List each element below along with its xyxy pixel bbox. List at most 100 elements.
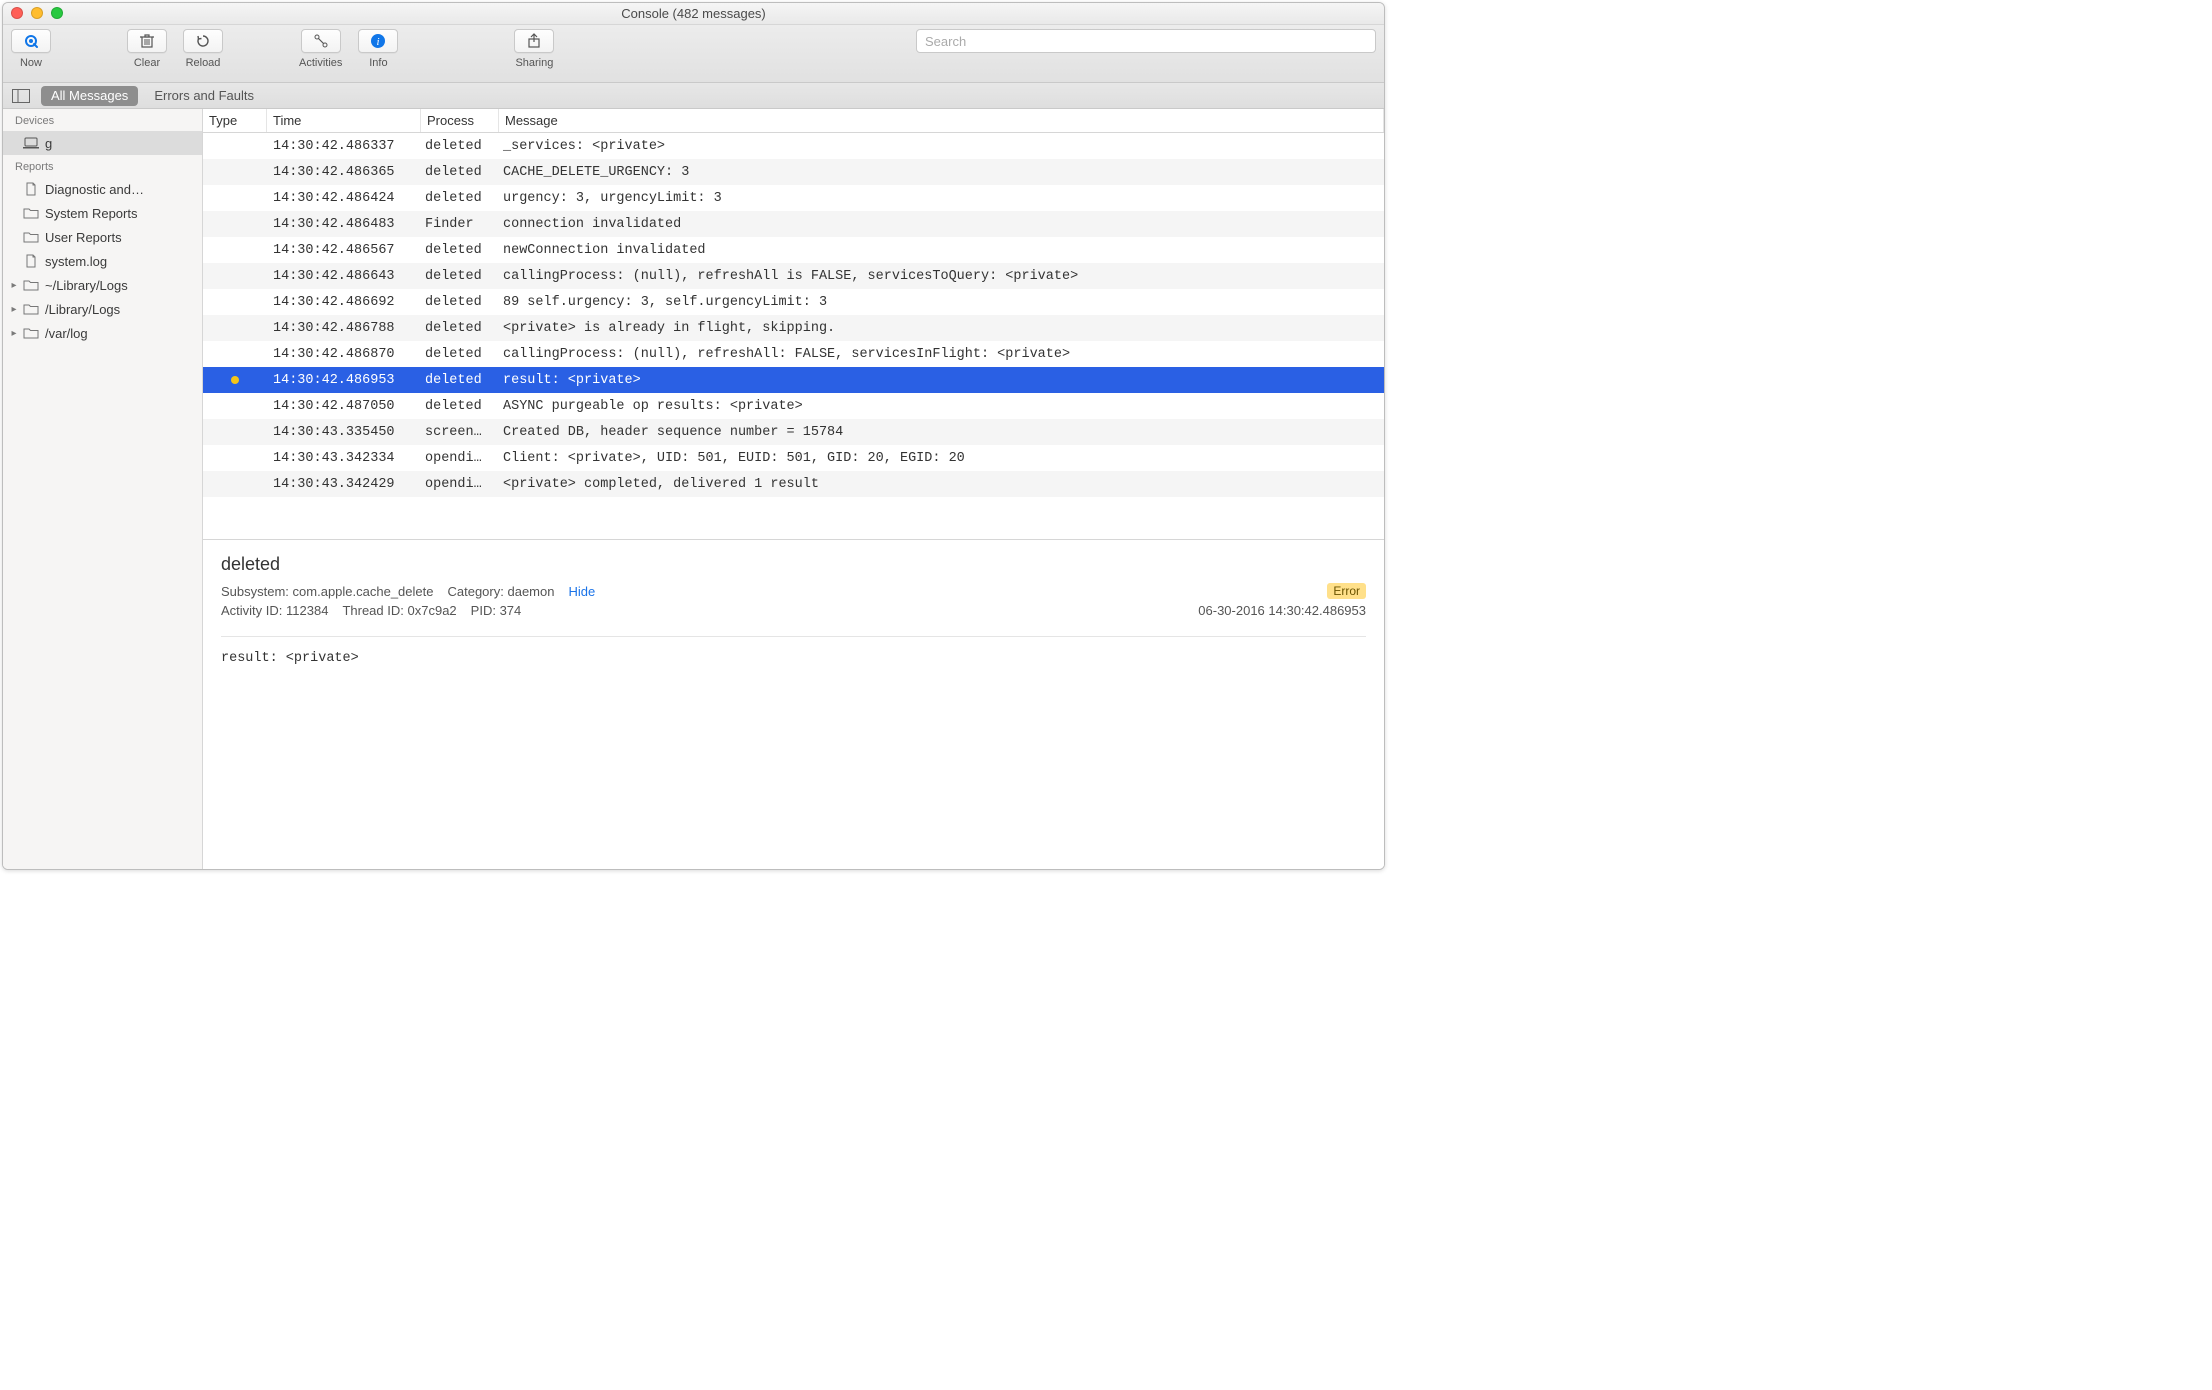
row-message: result: <private> — [499, 373, 1384, 388]
filter-errors-faults[interactable]: Errors and Faults — [144, 86, 264, 106]
row-process: deleted — [421, 295, 499, 310]
disclosure-triangle-icon[interactable]: ▸ — [9, 328, 19, 339]
row-time: 14:30:42.486483 — [267, 217, 421, 232]
table-row[interactable]: 14:30:42.487050deletedASYNC purgeable op… — [203, 393, 1384, 419]
row-message: urgency: 3, urgencyLimit: 3 — [499, 191, 1384, 206]
sidebar-item-label: system.log — [45, 254, 107, 269]
sharing-label: Sharing — [515, 57, 553, 69]
reload-label: Reload — [186, 57, 221, 69]
file-icon — [23, 182, 39, 196]
row-process: deleted — [421, 321, 499, 336]
body: Devices g Reports Diagnostic and…System … — [3, 109, 1384, 869]
file-icon — [23, 254, 39, 268]
row-process: deleted — [421, 191, 499, 206]
disclosure-triangle-icon[interactable]: ▸ — [9, 304, 19, 315]
now-button[interactable] — [11, 29, 51, 53]
row-message: <private> completed, delivered 1 result — [499, 477, 1384, 492]
detail-body: result: <private> — [221, 651, 1366, 666]
info-icon: i — [370, 33, 386, 49]
table-body[interactable]: 14:30:42.486337deleted_services: <privat… — [203, 133, 1384, 539]
table-row[interactable]: 14:30:42.486692deleted89 self.urgency: 3… — [203, 289, 1384, 315]
titlebar: Console (482 messages) — [3, 3, 1384, 25]
row-time: 14:30:42.486365 — [267, 165, 421, 180]
th-process[interactable]: Process — [421, 109, 499, 132]
sidebar-item-label: Diagnostic and… — [45, 182, 144, 197]
activities-button[interactable] — [301, 29, 341, 53]
sidebar-item-label: /var/log — [45, 326, 88, 341]
folder-icon — [23, 278, 39, 292]
row-time: 14:30:42.486424 — [267, 191, 421, 206]
sidebar: Devices g Reports Diagnostic and…System … — [3, 109, 203, 869]
detail-divider — [221, 636, 1366, 637]
sidebar-device-label: g — [45, 136, 52, 151]
row-time: 14:30:42.486870 — [267, 347, 421, 362]
row-process: deleted — [421, 373, 499, 388]
traffic-lights — [11, 7, 63, 19]
table-row[interactable]: 14:30:42.486337deleted_services: <privat… — [203, 133, 1384, 159]
row-message: ASYNC purgeable op results: <private> — [499, 399, 1384, 414]
table-row[interactable]: 14:30:42.486483Finderconnection invalida… — [203, 211, 1384, 237]
th-type[interactable]: Type — [203, 109, 267, 132]
table-row[interactable]: 14:30:42.486567deletednewConnection inva… — [203, 237, 1384, 263]
row-process: Finder — [421, 217, 499, 232]
row-message: callingProcess: (null), refreshAll: FALS… — [499, 347, 1384, 362]
table-row[interactable]: 14:30:42.486424deletedurgency: 3, urgenc… — [203, 185, 1384, 211]
sidebar-report-item[interactable]: ▸ ~/Library/Logs — [3, 273, 202, 297]
detail-hide-link[interactable]: Hide — [568, 584, 595, 599]
row-message: Created DB, header sequence number = 157… — [499, 425, 1384, 440]
reload-button[interactable] — [183, 29, 223, 53]
th-message[interactable]: Message — [499, 109, 1384, 132]
table-row[interactable]: 14:30:43.342334opendi…Client: <private>,… — [203, 445, 1384, 471]
sidebar-item-label: System Reports — [45, 206, 137, 221]
sidebar-report-item[interactable]: User Reports — [3, 225, 202, 249]
folder-icon — [23, 326, 39, 340]
table-row[interactable]: 14:30:43.335450screen…Created DB, header… — [203, 419, 1384, 445]
table-row[interactable]: 14:30:42.486953deletedresult: <private> — [203, 367, 1384, 393]
row-time: 14:30:43.335450 — [267, 425, 421, 440]
filter-bar: All Messages Errors and Faults — [3, 83, 1384, 109]
detail-thread: 0x7c9a2 — [408, 603, 457, 618]
table-row[interactable]: 14:30:42.486788deleted<private> is alrea… — [203, 315, 1384, 341]
minimize-window-button[interactable] — [31, 7, 43, 19]
table-row[interactable]: 14:30:43.342429opendi…<private> complete… — [203, 471, 1384, 497]
sidebar-item-label: ~/Library/Logs — [45, 278, 128, 293]
disclosure-triangle-icon[interactable]: ▸ — [9, 280, 19, 291]
sidebar-report-item[interactable]: system.log — [3, 249, 202, 273]
zoom-window-button[interactable] — [51, 7, 63, 19]
sidebar-report-item[interactable]: System Reports — [3, 201, 202, 225]
share-button[interactable] — [514, 29, 554, 53]
info-button[interactable]: i — [358, 29, 398, 53]
detail-pid: 374 — [500, 603, 522, 618]
row-process: deleted — [421, 269, 499, 284]
detail-activity: 112384 — [286, 603, 328, 618]
table-row[interactable]: 14:30:42.486870deletedcallingProcess: (n… — [203, 341, 1384, 367]
sidebar-report-item[interactable]: ▸ /Library/Logs — [3, 297, 202, 321]
activities-label: Activities — [299, 57, 342, 69]
detail-category-label: Category: — [447, 584, 503, 599]
sidebar-item-label: User Reports — [45, 230, 122, 245]
clear-button[interactable] — [127, 29, 167, 53]
detail-pane: deleted Subsystem: com.apple.cache_delet… — [203, 539, 1384, 869]
sidebar-item-label: /Library/Logs — [45, 302, 120, 317]
toggle-sidebar-button[interactable] — [7, 85, 35, 107]
row-message: CACHE_DELETE_URGENCY: 3 — [499, 165, 1384, 180]
table-row[interactable]: 14:30:42.486365deletedCACHE_DELETE_URGEN… — [203, 159, 1384, 185]
close-window-button[interactable] — [11, 7, 23, 19]
th-time[interactable]: Time — [267, 109, 421, 132]
info-label: Info — [369, 57, 387, 69]
search-input[interactable] — [916, 29, 1376, 53]
main: Type Time Process Message 14:30:42.48633… — [203, 109, 1384, 869]
reload-icon — [195, 33, 211, 49]
detail-error-badge: Error — [1327, 583, 1366, 599]
detail-subsystem-label: Subsystem: — [221, 584, 289, 599]
sidebar-report-item[interactable]: Diagnostic and… — [3, 177, 202, 201]
table-row[interactable]: 14:30:42.486643deletedcallingProcess: (n… — [203, 263, 1384, 289]
sidebar-report-item[interactable]: ▸ /var/log — [3, 321, 202, 345]
row-time: 14:30:43.342429 — [267, 477, 421, 492]
detail-subsystem: com.apple.cache_delete — [293, 584, 434, 599]
folder-icon — [23, 230, 39, 244]
filter-all-messages[interactable]: All Messages — [41, 86, 138, 106]
row-time: 14:30:42.486567 — [267, 243, 421, 258]
sidebar-device[interactable]: g — [3, 131, 202, 155]
laptop-icon — [23, 136, 39, 150]
